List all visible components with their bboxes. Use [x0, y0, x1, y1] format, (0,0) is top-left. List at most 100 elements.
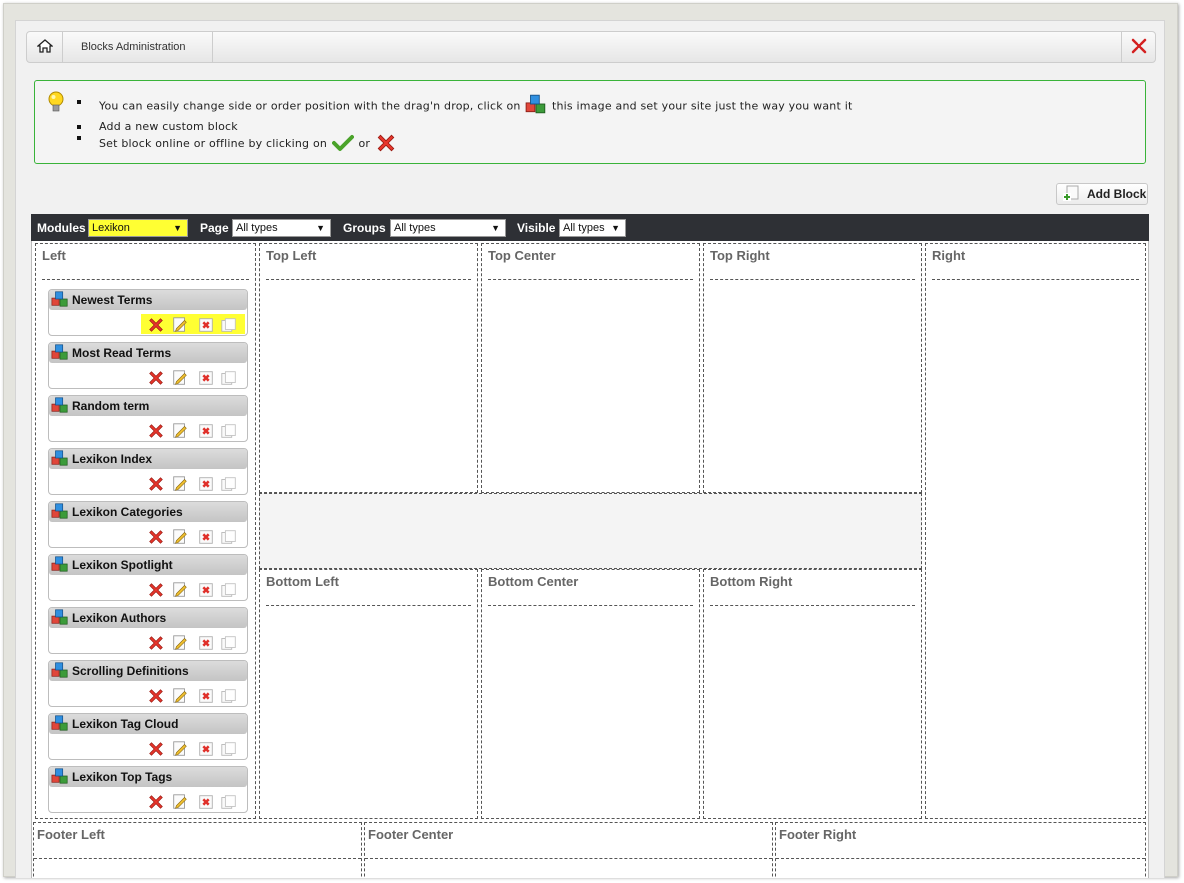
- add-block-button[interactable]: Add Block: [1056, 183, 1148, 205]
- zone-right[interactable]: Right: [925, 243, 1146, 819]
- block-card[interactable]: Most Read Terms: [48, 342, 248, 389]
- visible-select[interactable]: All types ▼: [559, 219, 626, 237]
- zone-center[interactable]: [259, 493, 922, 569]
- offline-block-button[interactable]: [197, 528, 215, 546]
- block-header[interactable]: Most Read Terms: [49, 343, 247, 363]
- offline-block-button[interactable]: [197, 475, 215, 493]
- edit-block-button[interactable]: [171, 369, 189, 387]
- offline-block-button[interactable]: [197, 740, 215, 758]
- block-header[interactable]: Lexikon Top Tags: [49, 767, 247, 787]
- offline-block-button[interactable]: [197, 634, 215, 652]
- zone-footer-left[interactable]: Footer Left: [33, 822, 362, 878]
- delete-block-button[interactable]: [147, 316, 165, 334]
- offline-block-button[interactable]: [197, 687, 215, 705]
- page-title[interactable]: Blocks Administration: [63, 32, 213, 62]
- zone-bottom-center[interactable]: Bottom Center: [481, 569, 700, 819]
- cubes-icon[interactable]: [51, 343, 69, 364]
- cubes-icon[interactable]: [51, 290, 69, 311]
- clone-block-button[interactable]: [220, 687, 238, 705]
- delete-icon: [147, 694, 165, 708]
- offline-block-button[interactable]: [197, 316, 215, 334]
- delete-block-button[interactable]: [147, 581, 165, 599]
- check-icon: [331, 134, 354, 154]
- cubes-icon[interactable]: [51, 608, 69, 629]
- edit-block-button[interactable]: [171, 316, 189, 334]
- delete-block-button[interactable]: [147, 475, 165, 493]
- offline-block-button[interactable]: [197, 793, 215, 811]
- edit-block-button[interactable]: [171, 475, 189, 493]
- block-card[interactable]: Lexikon Authors: [48, 607, 248, 654]
- modules-select[interactable]: Lexikon ▼: [88, 219, 188, 237]
- delete-block-button[interactable]: [147, 369, 165, 387]
- edit-icon: [171, 694, 189, 708]
- close-button[interactable]: [1121, 32, 1155, 62]
- clone-icon: [220, 588, 238, 602]
- cubes-icon[interactable]: [51, 555, 69, 576]
- zone-bottom-left[interactable]: Bottom Left: [259, 569, 478, 819]
- offline-block-button[interactable]: [197, 422, 215, 440]
- clone-icon: [220, 482, 238, 496]
- zone-title: Bottom Right: [710, 574, 793, 589]
- home-button[interactable]: [27, 32, 63, 62]
- zone-footer-center[interactable]: Footer Center: [364, 822, 773, 878]
- groups-select[interactable]: All types ▼: [390, 219, 506, 237]
- zone-left[interactable]: Left Newest Terms Most Read Terms Random t…: [35, 243, 256, 819]
- edit-block-button[interactable]: [171, 581, 189, 599]
- edit-block-button[interactable]: [171, 634, 189, 652]
- delete-block-button[interactable]: [147, 687, 165, 705]
- zone-footer-right[interactable]: Footer Right: [775, 822, 1146, 878]
- zone-bottom-right[interactable]: Bottom Right: [703, 569, 922, 819]
- block-header[interactable]: Scrolling Definitions: [49, 661, 247, 681]
- block-header[interactable]: Lexikon Tag Cloud: [49, 714, 247, 734]
- block-header[interactable]: Lexikon Spotlight: [49, 555, 247, 575]
- zone-top-right[interactable]: Top Right: [703, 243, 922, 493]
- edit-block-button[interactable]: [171, 422, 189, 440]
- delete-block-button[interactable]: [147, 793, 165, 811]
- edit-block-button[interactable]: [171, 687, 189, 705]
- blocks-layout: Left Newest Terms Most Read Terms Random t…: [31, 241, 1149, 878]
- clone-block-button[interactable]: [220, 581, 238, 599]
- zone-top-center[interactable]: Top Center: [481, 243, 700, 493]
- edit-block-button[interactable]: [171, 528, 189, 546]
- block-card[interactable]: Lexikon Categories: [48, 501, 248, 548]
- edit-block-button[interactable]: [171, 793, 189, 811]
- clone-block-button[interactable]: [220, 369, 238, 387]
- edit-block-button[interactable]: [171, 740, 189, 758]
- delete-block-button[interactable]: [147, 634, 165, 652]
- offline-block-button[interactable]: [197, 581, 215, 599]
- clone-block-button[interactable]: [220, 793, 238, 811]
- block-header[interactable]: Newest Terms: [49, 290, 247, 310]
- clone-block-button[interactable]: [220, 528, 238, 546]
- offline-block-button[interactable]: [197, 369, 215, 387]
- clone-block-button[interactable]: [220, 740, 238, 758]
- small-delete-icon: [197, 747, 215, 761]
- delete-block-button[interactable]: [147, 528, 165, 546]
- clone-block-button[interactable]: [220, 634, 238, 652]
- help-item-online: Set block online or offline by clicking …: [77, 132, 852, 143]
- cubes-icon[interactable]: [51, 767, 69, 788]
- cubes-icon[interactable]: [51, 396, 69, 417]
- block-card[interactable]: Lexikon Index: [48, 448, 248, 495]
- cubes-icon[interactable]: [51, 449, 69, 470]
- block-card[interactable]: Lexikon Spotlight: [48, 554, 248, 601]
- block-header[interactable]: Lexikon Authors: [49, 608, 247, 628]
- block-actions: [141, 685, 245, 705]
- clone-block-button[interactable]: [220, 422, 238, 440]
- delete-block-button[interactable]: [147, 740, 165, 758]
- block-card[interactable]: Scrolling Definitions: [48, 660, 248, 707]
- cubes-icon[interactable]: [51, 502, 69, 523]
- clone-block-button[interactable]: [220, 475, 238, 493]
- cubes-icon[interactable]: [51, 714, 69, 735]
- cubes-icon[interactable]: [51, 661, 69, 682]
- block-card[interactable]: Lexikon Top Tags: [48, 766, 248, 813]
- page-select[interactable]: All types ▼: [232, 219, 331, 237]
- clone-block-button[interactable]: [220, 316, 238, 334]
- delete-block-button[interactable]: [147, 422, 165, 440]
- block-header[interactable]: Random term: [49, 396, 247, 416]
- zone-top-left[interactable]: Top Left: [259, 243, 478, 493]
- block-card[interactable]: Random term: [48, 395, 248, 442]
- block-header[interactable]: Lexikon Categories: [49, 502, 247, 522]
- block-card[interactable]: Newest Terms: [48, 289, 248, 336]
- block-header[interactable]: Lexikon Index: [49, 449, 247, 469]
- block-card[interactable]: Lexikon Tag Cloud: [48, 713, 248, 760]
